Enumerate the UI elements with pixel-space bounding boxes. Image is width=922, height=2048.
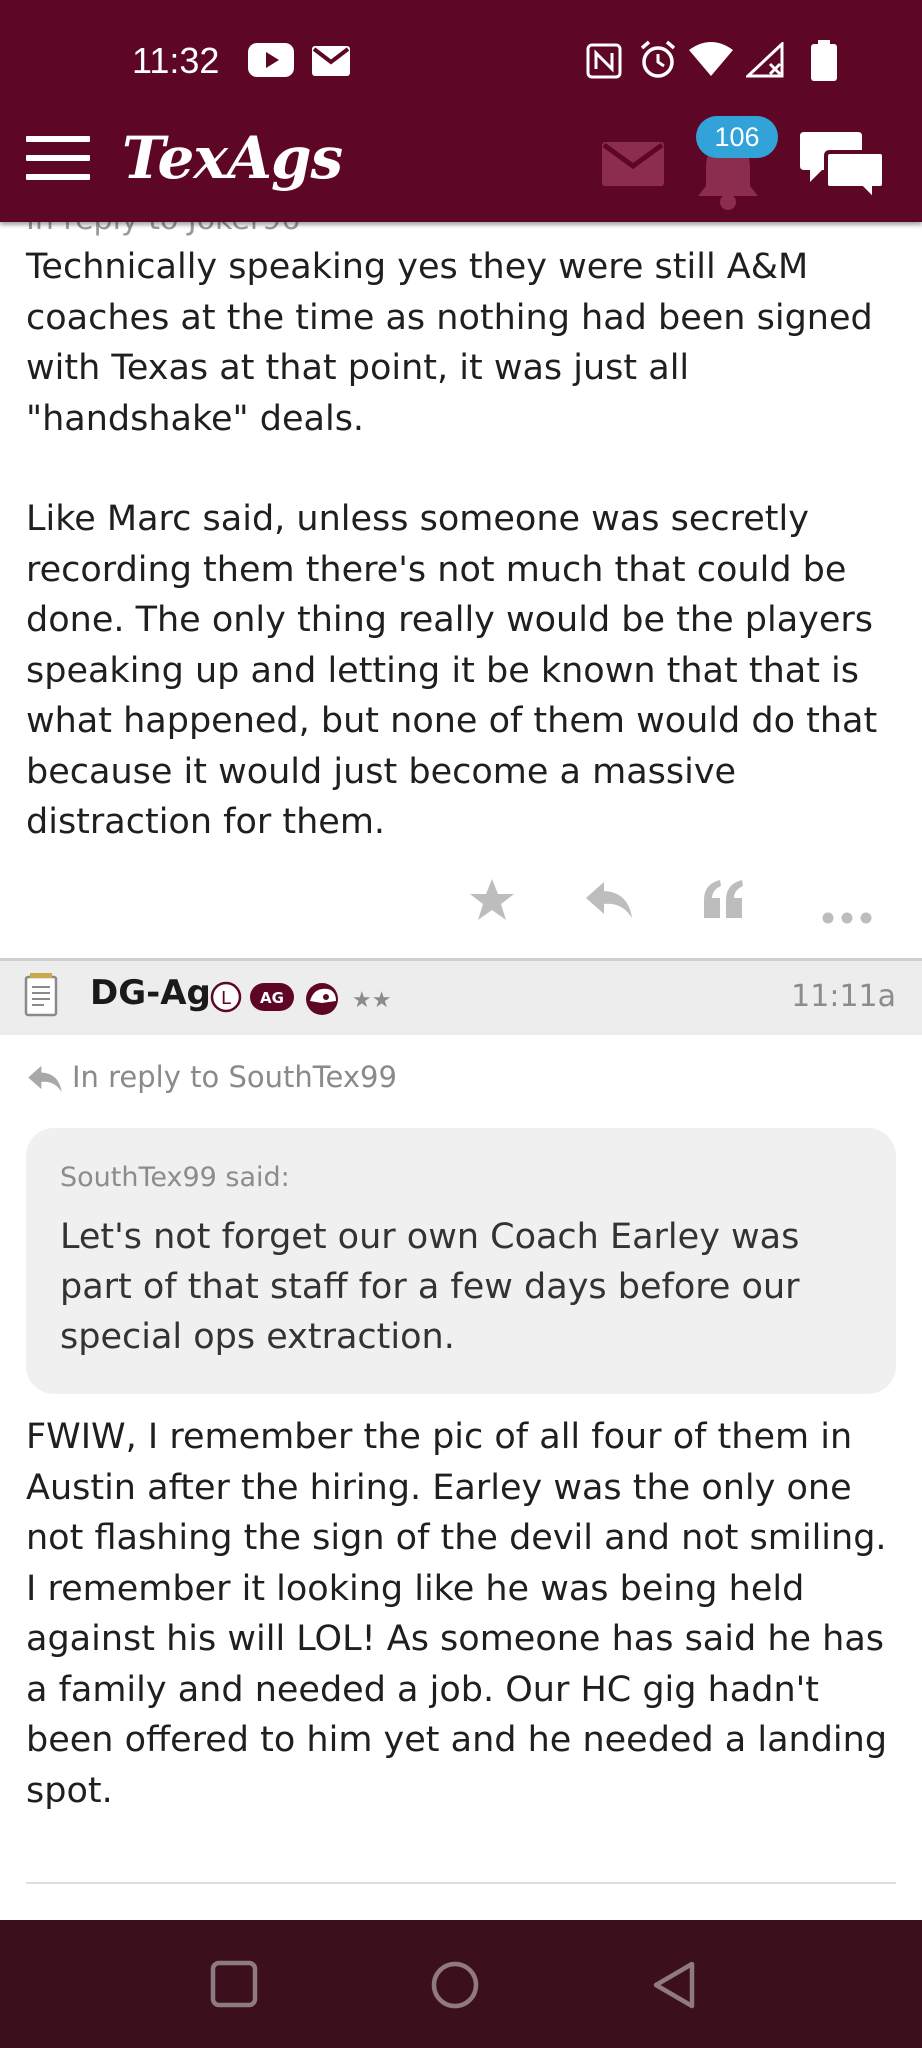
reply-arrow-icon (28, 1065, 62, 1093)
post-body: Technically speaking yes they were still… (26, 242, 902, 848)
quote-icon[interactable] (702, 874, 746, 926)
post-paragraph: Technically speaking yes they were still… (26, 247, 873, 439)
signal-icon (746, 42, 784, 78)
post-header: DG-Ag L AG ★★ 11:11a (0, 961, 922, 1035)
app-top-bar: 11:32 TexAgs 106 (0, 0, 922, 222)
quote-block: SouthTex99 said: Let's not forget our ow… (26, 1128, 896, 1394)
user-badges: L AG ★★ (210, 981, 391, 1015)
user-stars: ★★ (352, 988, 391, 1013)
menu-icon[interactable] (26, 136, 90, 186)
status-bar: 11:32 (0, 0, 922, 120)
system-nav-bar (0, 1920, 922, 2048)
reply-icon[interactable] (584, 874, 634, 926)
youtube-icon (248, 43, 294, 77)
paragraph-spacer (26, 444, 902, 494)
mail-icon[interactable] (602, 142, 664, 186)
battery-icon (811, 40, 837, 81)
texags-logo[interactable]: TexAgs (122, 124, 343, 192)
back-icon[interactable] (652, 1960, 698, 2010)
post-paragraph: Like Marc said, unless someone was secre… (26, 499, 878, 842)
post-username[interactable]: DG-Ag (90, 973, 211, 1013)
reply-reference-text[interactable]: In reply to SouthTex99 (72, 1060, 397, 1094)
badge-ag-text: AG (260, 989, 284, 1007)
document-icon[interactable] (24, 971, 58, 1017)
chat-icon[interactable] (800, 128, 886, 202)
wifi-icon (689, 42, 733, 76)
status-time: 11:32 (132, 40, 220, 81)
home-icon[interactable] (430, 1960, 480, 2010)
app-header: TexAgs 106 (0, 116, 922, 222)
recent-apps-icon[interactable] (210, 1960, 258, 2008)
quote-author: SouthTex99 said: (60, 1162, 290, 1193)
star-icon[interactable] (468, 874, 516, 926)
post-body: FWIW, I remember the pic of all four of … (26, 1417, 888, 1811)
quote-text: Let's not forget our own Coach Earley wa… (60, 1217, 800, 1357)
alarm-icon (640, 40, 676, 78)
thread-content[interactable]: In reply to Joker96 Technically speaking… (0, 222, 922, 1920)
notification-badge[interactable]: 106 (696, 116, 778, 158)
gmail-icon (312, 46, 350, 76)
post-time[interactable]: 11:11a (791, 979, 896, 1014)
reply-reference[interactable]: In reply to SouthTex99 (26, 1060, 397, 1095)
nfc-icon (586, 43, 622, 79)
more-icon[interactable] (822, 892, 872, 944)
reply-reference-cut[interactable]: In reply to Joker96 (26, 222, 300, 237)
post-divider (26, 1882, 896, 1884)
badge-l-text: L (221, 988, 231, 1009)
